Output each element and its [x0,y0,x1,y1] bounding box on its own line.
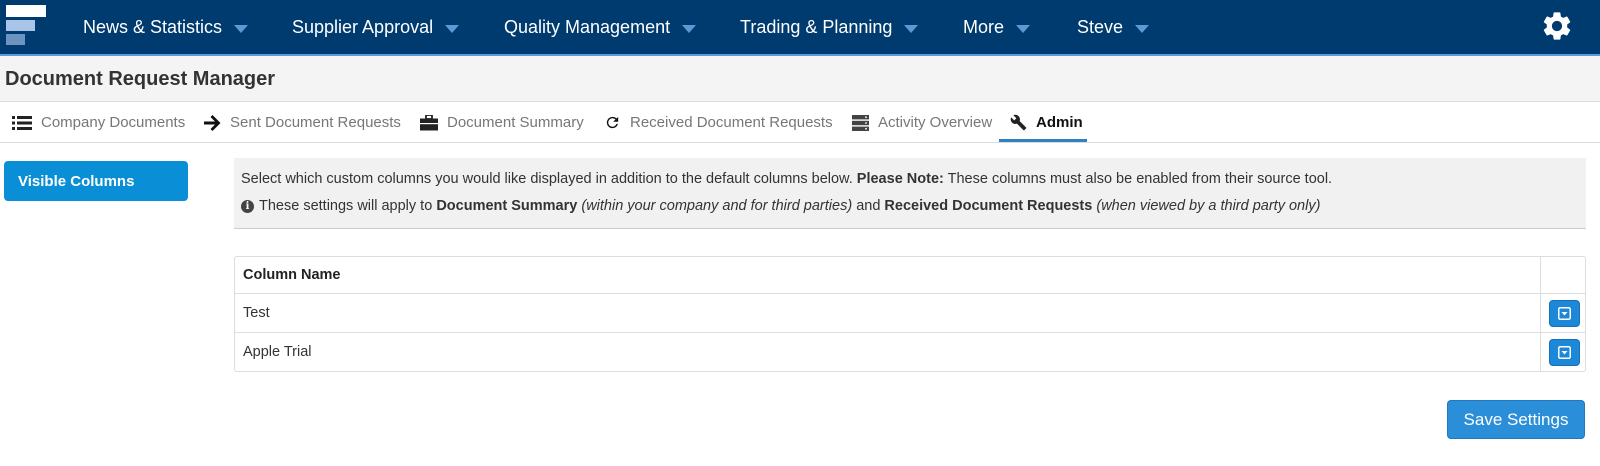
tab-activity-overview[interactable]: Activity Overview [852,102,992,143]
column-header-actions [1540,257,1585,293]
info-text: These columns must also be enabled from … [947,171,1333,187]
info-text: and [856,198,881,214]
tab-sent-document-requests[interactable]: Sent Document Requests [204,102,401,143]
nav-label: Trading & Planning [740,16,893,37]
table-row: Apple Trial [235,333,1585,372]
server-icon [852,114,869,131]
top-navbar: News & Statistics Supplier Approval Qual… [0,0,1600,56]
tab-document-summary[interactable]: Document Summary [420,102,584,143]
nav-user-menu[interactable]: Steve [1077,0,1150,54]
column-name-cell: Test [243,305,270,321]
caret-square-down-icon [1558,307,1571,320]
table-row: Test [235,294,1585,333]
tab-label: Received Document Requests [630,114,833,131]
nav-supplier-approval[interactable]: Supplier Approval [292,0,460,54]
tab-admin[interactable]: Admin [1010,102,1083,143]
tab-received-document-requests[interactable]: Received Document Requests [604,102,833,143]
app-logo[interactable] [6,5,48,47]
caret-down-icon [904,25,919,33]
tab-label: Document Summary [447,114,584,131]
save-button-label: Save Settings [1463,409,1569,429]
page-title: Document Request Manager [5,68,276,90]
refresh-icon [604,114,621,131]
nav-label: News & Statistics [83,16,223,37]
nav-more[interactable]: More [963,0,1031,54]
info-line-2: i These settings will apply to Document … [241,198,1320,214]
nav-label: More [963,16,1005,37]
info-emphasis: Received Document Requests [884,198,1093,214]
tab-label: Activity Overview [878,114,993,131]
info-text: Select which custom columns you would li… [241,171,853,187]
page-header: Document Request Manager [0,56,1600,102]
nav-label: Supplier Approval [292,16,434,37]
column-header-name: Column Name [243,267,341,283]
nav-label: Quality Management [504,16,671,37]
gear-icon[interactable] [1540,9,1574,43]
info-note: (within your company and for third parti… [581,198,853,214]
caret-square-down-icon [1558,346,1571,359]
caret-down-icon [234,25,249,33]
columns-table: Column Name Test Apple Trial [234,256,1586,372]
sidebar-item-label: Visible Columns [18,172,135,190]
row-actions-cell [1540,333,1585,372]
row-dropdown-button[interactable] [1549,300,1580,327]
tab-company-documents[interactable]: Company Documents [12,102,185,143]
info-line-1: Select which custom columns you would li… [241,171,1332,187]
table-header-row: Column Name [235,257,1585,294]
tab-label: Sent Document Requests [230,114,401,131]
row-dropdown-button[interactable] [1549,339,1580,366]
info-text: These settings will apply to [259,198,433,214]
briefcase-icon [420,114,438,131]
info-panel: Select which custom columns you would li… [234,158,1586,229]
info-emphasis: Document Summary [436,198,578,214]
tab-label: Admin [1036,114,1083,131]
info-note-label: Please Note: [856,171,944,187]
info-circle-icon: i [241,199,254,213]
column-name-cell: Apple Trial [243,344,312,360]
row-actions-cell [1540,294,1585,332]
sidebar-item-visible-columns[interactable]: Visible Columns [4,161,188,201]
save-settings-button[interactable]: Save Settings [1447,400,1585,439]
active-tab-indicator [999,139,1087,142]
list-icon [12,115,32,131]
info-note: (when viewed by a third party only) [1096,198,1321,214]
tab-bar: Company Documents Sent Document Requests… [0,102,1600,143]
caret-down-icon [1016,25,1031,33]
arrow-right-icon [204,114,221,131]
wrench-icon [1010,114,1027,131]
caret-down-icon [445,25,460,33]
caret-down-icon [682,25,697,33]
nav-label: Steve [1077,16,1124,37]
nav-news-statistics[interactable]: News & Statistics [83,0,249,54]
caret-down-icon [1135,25,1150,33]
nav-quality-management[interactable]: Quality Management [504,0,697,54]
tab-label: Company Documents [41,114,186,131]
nav-trading-planning[interactable]: Trading & Planning [740,0,919,54]
